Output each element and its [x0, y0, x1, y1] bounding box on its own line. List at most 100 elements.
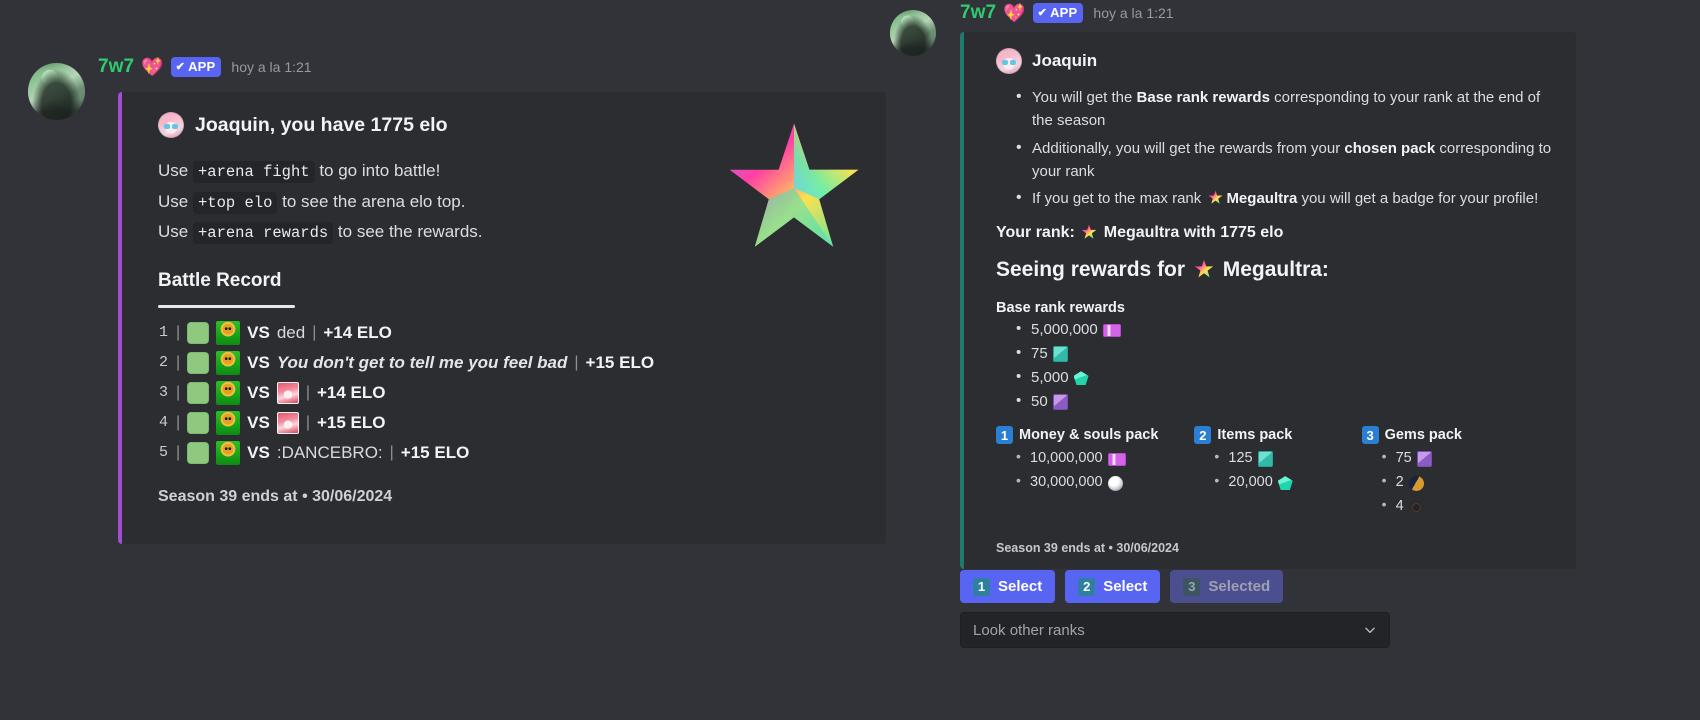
ring-icon [1408, 499, 1424, 515]
row-index: 4 [158, 414, 168, 432]
your-rank-prefix: Your rank: [996, 224, 1075, 242]
button-label: Select [998, 578, 1043, 595]
embed-author-name: Joaquin [1032, 51, 1098, 70]
bullet-text: Additionally, you will get the rewards f… [1032, 139, 1345, 157]
rainbow-star-thumbnail [729, 123, 859, 247]
green-square-icon [187, 381, 210, 404]
seeing-rewards-heading: Seeing rewards for Megaultra: [996, 258, 1560, 282]
teal-box-icon [1052, 346, 1068, 363]
bullet-text: you will get a badge for your profile! [1297, 190, 1539, 207]
sunflower-emoji-icon [216, 380, 241, 405]
your-rank-name: Megaultra [1103, 224, 1180, 242]
elo-change: +15 ELO [400, 442, 470, 462]
number-badge-icon: 2 [1078, 577, 1096, 596]
user-avatar-icon [158, 112, 184, 138]
pack-name: Items pack [1217, 427, 1293, 444]
pack-header: 2 Items pack [1194, 426, 1361, 445]
list-item: Additionally, you will get the rewards f… [1016, 136, 1560, 184]
app-badge-label: APP [1050, 5, 1078, 20]
sunflower-emoji-icon [216, 320, 241, 345]
select-placeholder: Look other ranks [973, 621, 1085, 639]
cmd-pre: Use [158, 222, 193, 242]
reward-amount: 20,000 [1228, 474, 1273, 491]
username[interactable]: 7w7 [960, 2, 996, 24]
list-item: 125 [1214, 445, 1361, 471]
vs-label: VS [247, 382, 270, 402]
pack-money-souls: 1 Money & souls pack 10,000,000 30,000,0… [996, 426, 1194, 519]
separator: | [176, 443, 181, 461]
sunflower-emoji-icon [216, 410, 241, 435]
table-row: 3 | VS | +14 ELO [158, 378, 868, 408]
gem-icon [1277, 476, 1293, 491]
packs-row: 1 Money & souls pack 10,000,000 30,000,0… [996, 426, 1560, 519]
sparkling-heart-icon: 💖 [1003, 3, 1026, 23]
chevron-down-icon [1365, 627, 1375, 634]
list-item: 30,000,000 [1016, 469, 1194, 495]
purple-box-icon [1052, 394, 1068, 411]
rainbow-star-icon [1209, 190, 1223, 204]
money-icon [1102, 323, 1121, 337]
sparkling-heart-icon: 💖 [141, 57, 164, 77]
bot-avatar-image [28, 63, 85, 120]
username[interactable]: 7w7 [98, 56, 134, 78]
cmd-pre: Use [158, 191, 193, 211]
select-pack-2-button[interactable]: 2 Select [1065, 570, 1161, 603]
left-message: 7w7 💖 ✔ APP hoy a la 1:21 Joaquin, you h… [28, 56, 908, 544]
elo-change: +14 ELO [323, 322, 392, 342]
reward-amount: 50 [1031, 393, 1048, 411]
reward-amount: 30,000,000 [1030, 474, 1103, 491]
green-square-icon [187, 411, 210, 434]
command-code: +arena rewards [192, 222, 334, 245]
bullet-bold: Megaultra [1226, 190, 1298, 207]
message-timestamp: hoy a la 1:21 [1093, 5, 1174, 21]
list-item: 75 [1016, 341, 1560, 366]
soul-icon [1107, 475, 1123, 491]
vs-label: VS [247, 322, 270, 342]
green-square-icon [187, 441, 210, 464]
number-badge-icon: 3 [1361, 426, 1379, 445]
vs-label: VS [247, 442, 270, 462]
your-rank-suffix: with 1775 elo [1183, 224, 1284, 242]
green-square-icon [187, 351, 210, 374]
avatar[interactable] [28, 63, 85, 120]
separator: | [176, 413, 181, 431]
list-item: 10,000,000 [1016, 445, 1194, 471]
pack-items: 10,000,000 30,000,000 [1016, 445, 1194, 495]
rainbow-star-icon [1081, 224, 1097, 239]
pack-name: Money & souls pack [1019, 427, 1159, 444]
select-pack-1-button[interactable]: 1 Select [960, 570, 1056, 603]
user-avatar-icon [996, 48, 1022, 74]
button-label: Select [1103, 578, 1148, 595]
bot-avatar-image [890, 10, 936, 56]
app-badge-label: APP [188, 59, 216, 74]
elo-change: +14 ELO [317, 382, 386, 402]
pack-gems: 3 Gems pack 75 2 4 [1361, 426, 1560, 519]
green-square-icon [187, 321, 210, 344]
battle-record-title: Battle Record [158, 269, 282, 291]
moon-icon [1408, 475, 1424, 491]
button-label: Selected [1208, 578, 1271, 595]
bullet-text: If you get to the max rank [1032, 190, 1206, 207]
arena-embed: Joaquin, you have 1775 elo Use +arena fi… [118, 92, 886, 544]
teal-box-icon [1257, 451, 1273, 468]
table-row: 4 | VS | +15 ELO [158, 408, 868, 438]
battle-record-list: 1 | VS ded | +14 ELO 2 | VS You don't ge… [158, 318, 868, 468]
pack-items: 2 Items pack 125 20,000 [1194, 426, 1361, 519]
cmd-post: to see the rewards. [333, 222, 483, 242]
look-other-ranks-select[interactable]: Look other ranks [960, 612, 1390, 648]
list-item: 50 [1016, 389, 1560, 414]
row-index: 1 [158, 324, 168, 342]
right-message: 7w7 💖 ✔ APP hoy a la 1:21 Joaquin You wi… [890, 2, 1690, 570]
separator: | [574, 353, 579, 371]
app-badge: ✔ APP [170, 57, 222, 77]
table-row: 2 | VS You don't get to tell me you feel… [158, 348, 868, 378]
avatar[interactable] [890, 10, 936, 56]
pack-header: 3 Gems pack [1361, 426, 1560, 445]
reward-amount: 75 [1031, 345, 1048, 363]
command-code: +top elo [192, 191, 278, 214]
list-item: If you get to the max rank Megaultra you… [1016, 186, 1560, 211]
row-index: 5 [158, 444, 168, 462]
pack-header: 1 Money & souls pack [996, 426, 1194, 445]
list-item: 20,000 [1214, 469, 1361, 495]
bullet-text: You will get the [1032, 89, 1137, 106]
